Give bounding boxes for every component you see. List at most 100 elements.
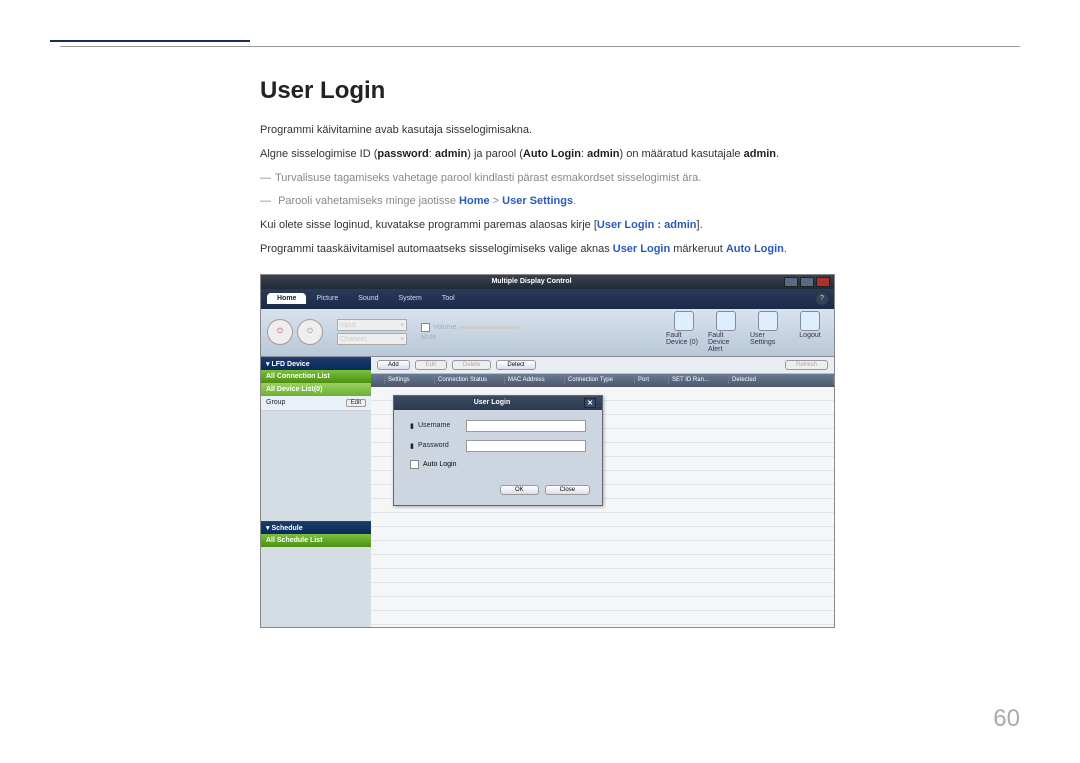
dialog-close-button[interactable]: ✕ <box>584 398 596 408</box>
dialog-title: User Login <box>400 399 584 406</box>
power-group: ⏻ ⏻ <box>267 319 323 345</box>
col-mac: MAC Address <box>505 376 565 384</box>
t: . <box>784 243 787 255</box>
channel-combo[interactable]: Channel ▾ <box>337 333 407 345</box>
t: . <box>573 195 576 207</box>
autologin-checkbox[interactable] <box>410 460 419 469</box>
security-note: Turvalisuse tagamiseks vahetage parool k… <box>260 169 1020 189</box>
input-label: Input <box>340 322 356 329</box>
maximize-button[interactable] <box>800 277 814 287</box>
t: ]. <box>697 219 703 231</box>
sidebar-spacer-2 <box>261 547 371 627</box>
auto-login-text: Programmi taaskäivitamisel automaatseks … <box>260 240 1020 260</box>
auto-login-text: Auto Login <box>523 148 581 160</box>
col-detected: Detected <box>729 376 834 384</box>
grid-header: Settings Connection Status MAC Address C… <box>371 374 834 387</box>
autologin-label: Auto Login <box>423 461 456 468</box>
header-divider <box>60 46 1020 47</box>
sidebar-lfd-header[interactable]: ▾ LFD Device <box>261 357 371 370</box>
col-checkbox <box>371 376 385 384</box>
volume-label: Volume <box>433 324 456 331</box>
tab-picture[interactable]: Picture <box>306 293 348 304</box>
label: Logout <box>799 332 820 339</box>
sidebar-all-device[interactable]: All Device List(0) <box>261 383 371 396</box>
help-icon[interactable]: ? <box>816 293 828 305</box>
sidebar-schedule-header[interactable]: ▾ Schedule <box>261 521 371 534</box>
monitor-icon <box>674 311 694 331</box>
tab-system[interactable]: System <box>389 293 432 304</box>
minimize-button[interactable] <box>784 277 798 287</box>
channel-label: Channel <box>340 336 366 343</box>
user-login-dialog: User Login ✕ ▮ Username ▮ Password <box>393 395 603 506</box>
close-button[interactable] <box>816 277 830 287</box>
label: User Settings <box>750 332 786 346</box>
tab-sound[interactable]: Sound <box>348 293 388 304</box>
toolbox: Fault Device (0) Fault Device Alert User… <box>666 311 828 353</box>
sidebar-group-row: Group Edit <box>261 396 371 411</box>
t: . <box>776 148 779 160</box>
password-input[interactable] <box>466 440 586 452</box>
tab-home[interactable]: Home <box>267 293 306 304</box>
user-login-text: User Login <box>613 243 670 255</box>
bullet-icon: ▮ <box>410 442 414 450</box>
t: ) on määratud kasutajale <box>619 148 743 160</box>
page-number: 60 <box>993 705 1020 733</box>
intro-text: Programmi käivitamine avab kasutaja siss… <box>260 121 1020 141</box>
fault-device-button[interactable]: Fault Device (0) <box>666 311 702 353</box>
chevron-down-icon: ▾ <box>400 321 404 329</box>
sidebar: ▾ LFD Device All Connection List All Dev… <box>261 357 371 627</box>
label: Schedule <box>271 525 302 532</box>
combo-group: Input ▾ Channel ▾ <box>337 319 407 345</box>
checkbox[interactable] <box>421 323 430 332</box>
dialog-body: ▮ Username ▮ Password Aut <box>394 410 602 479</box>
detect-button[interactable]: Detect <box>496 360 535 370</box>
main-area: ▾ LFD Device All Connection List All Dev… <box>261 357 834 627</box>
grid-body: User Login ✕ ▮ Username ▮ Password <box>371 387 834 627</box>
sidebar-all-connection[interactable]: All Connection List <box>261 370 371 383</box>
sidebar-all-schedule[interactable]: All Schedule List <box>261 534 371 547</box>
window-title: Multiple Display Control <box>279 278 784 285</box>
ok-button[interactable]: OK <box>500 485 539 495</box>
password-row: ▮ Password <box>410 440 586 452</box>
slider-group: Volume Mute <box>421 323 519 341</box>
t: ) ja parool ( <box>467 148 523 160</box>
volume-slider[interactable] <box>459 326 519 329</box>
username-input[interactable] <box>466 420 586 432</box>
edit-button[interactable]: Edit <box>415 360 447 370</box>
header-accent-line <box>50 40 250 42</box>
logout-button[interactable]: Logout <box>792 311 828 353</box>
user-icon <box>758 311 778 331</box>
logout-icon <box>800 311 820 331</box>
password-label: Password <box>418 442 462 449</box>
auto-login-label: Auto Login <box>726 243 784 255</box>
label: LFD Device <box>271 361 309 368</box>
window-buttons <box>784 277 830 287</box>
dialog-buttons: OK Close <box>394 479 602 505</box>
power-on-button[interactable]: ⏻ <box>267 319 293 345</box>
toolbar: ⏻ ⏻ Input ▾ Channel ▾ Volume Mute Fault De… <box>261 309 834 357</box>
admin-text: admin <box>587 148 619 160</box>
input-combo[interactable]: Input ▾ <box>337 319 407 331</box>
default-creds-text: Algne sisselogimise ID (password: admin)… <box>260 145 1020 165</box>
close-button[interactable]: Close <box>545 485 590 495</box>
user-settings-button[interactable]: User Settings <box>750 311 786 353</box>
user-settings-link: User Settings <box>502 195 573 207</box>
refresh-button[interactable]: Refresh <box>785 360 828 370</box>
add-button[interactable]: Add <box>377 360 410 370</box>
volume-row: Volume <box>421 323 519 332</box>
group-label: Group <box>266 399 285 406</box>
col-conn-type: Connection Type <box>565 376 635 384</box>
label: Fault Device Alert <box>708 332 744 353</box>
tab-tool[interactable]: Tool <box>432 293 465 304</box>
dialog-titlebar: User Login ✕ <box>394 396 602 410</box>
power-off-button[interactable]: ⏻ <box>297 319 323 345</box>
col-port: Port <box>635 376 669 384</box>
fault-alert-button[interactable]: Fault Device Alert <box>708 311 744 353</box>
delete-button[interactable]: Delete <box>452 360 491 370</box>
username-label: Username <box>418 422 462 429</box>
content-area: Add Edit Delete Detect Refresh Settings … <box>371 357 834 627</box>
app-screenshot: Multiple Display Control Home Picture So… <box>260 274 835 628</box>
chevron-down-icon: ▾ <box>400 335 404 343</box>
edit-button[interactable]: Edit <box>346 399 366 407</box>
mute-label: Mute <box>421 334 437 341</box>
